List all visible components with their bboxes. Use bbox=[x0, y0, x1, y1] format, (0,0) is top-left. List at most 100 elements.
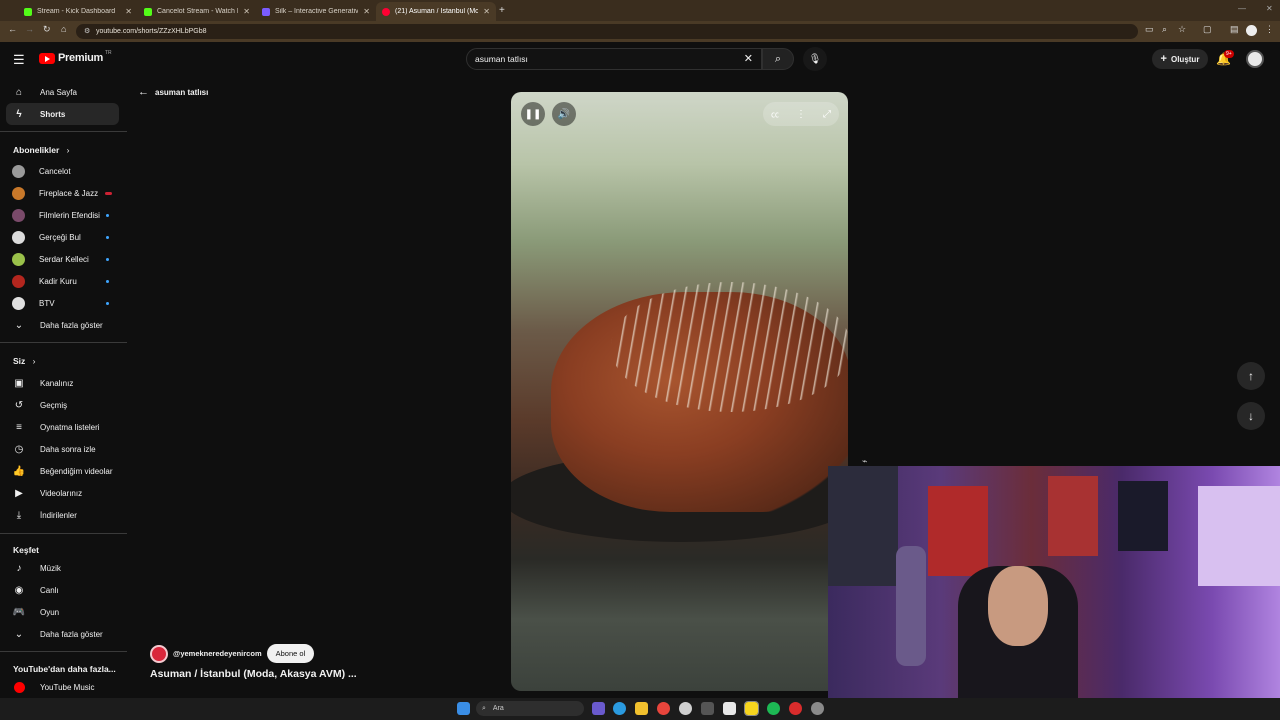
sidebar-item-history[interactable]: ↺ Geçmiş bbox=[6, 394, 119, 416]
windows-start-icon[interactable] bbox=[457, 702, 470, 715]
window-close-icon[interactable]: ✕ bbox=[1266, 4, 1273, 13]
back-to-search-link[interactable]: ← asuman tatlısı bbox=[138, 86, 208, 98]
site-info-icon[interactable]: ⚙ bbox=[84, 27, 90, 35]
mute-button[interactable]: 🔊 bbox=[552, 102, 576, 126]
zoom-icon[interactable]: ⌕ bbox=[1162, 24, 1167, 35]
chrome-browser-icon[interactable] bbox=[657, 702, 670, 715]
arrow-up-icon: ↑ bbox=[1248, 369, 1254, 383]
search-box[interactable]: asuman tatlısı ✕ bbox=[466, 48, 762, 70]
sidebar-item-youtube-music[interactable]: YouTube Music bbox=[6, 676, 119, 698]
voice-search-button[interactable]: 🎙 bbox=[803, 47, 827, 71]
edge-browser-icon[interactable] bbox=[613, 702, 626, 715]
taskbar-app-icon[interactable] bbox=[789, 702, 802, 715]
sidebar-item-subscription[interactable]: Kadir Kuru bbox=[6, 270, 119, 292]
shorts-video-player[interactable]: ❚❚ 🔊 ㏄ ⋮ ⤢ bbox=[511, 92, 848, 691]
new-content-dot bbox=[106, 235, 109, 239]
music-icon: ♪ bbox=[16, 562, 22, 574]
webcam-face bbox=[988, 566, 1048, 646]
gaming-icon: 🎮 bbox=[12, 606, 26, 618]
taskbar-search[interactable]: ⌕ Ara bbox=[476, 701, 584, 716]
close-icon[interactable]: ✕ bbox=[483, 7, 490, 16]
bookmark-star-icon[interactable]: ☆ bbox=[1178, 24, 1186, 35]
sidebar-item-watch-later[interactable]: ◷ Daha sonra izle bbox=[6, 438, 119, 460]
pause-button[interactable]: ❚❚ bbox=[521, 102, 545, 126]
minimize-icon[interactable]: — bbox=[1238, 4, 1246, 13]
sidebar-item-subscription[interactable]: Gerçeği Bul bbox=[6, 226, 119, 248]
sidebar-item-subscription[interactable]: Fireplace & Jazz bbox=[6, 182, 119, 204]
fullscreen-button[interactable]: ⤢ bbox=[815, 102, 839, 126]
sidebar-item-live[interactable]: ◉ Canlı bbox=[6, 579, 119, 601]
hamburger-menu-icon[interactable]: ☰ bbox=[13, 52, 25, 68]
sticky-notes-icon[interactable] bbox=[744, 701, 759, 716]
back-arrow-icon: ← bbox=[138, 86, 149, 98]
clear-search-icon[interactable]: ✕ bbox=[744, 52, 753, 65]
sidebar-item-liked-videos[interactable]: 👍 Beğendiğim videolar bbox=[6, 460, 119, 482]
taskbar-app-icon[interactable] bbox=[701, 702, 714, 715]
profile-avatar[interactable] bbox=[1246, 25, 1257, 36]
browser-tab[interactable]: Stream - Kick Dashboard ✕ bbox=[18, 2, 138, 21]
sidebar-item-your-videos[interactable]: ▶ Videolarınız bbox=[6, 482, 119, 504]
home-browser-icon[interactable]: ⌂ bbox=[61, 24, 66, 34]
youtube-logo[interactable]: Premium TR bbox=[39, 50, 112, 64]
channel-handle[interactable]: @yemekneredeyenircom bbox=[173, 649, 262, 658]
next-short-button[interactable]: ↓ bbox=[1237, 402, 1265, 430]
taskbar-app-icon[interactable] bbox=[679, 702, 692, 715]
sidebar-item-subscription[interactable]: BTV bbox=[6, 292, 119, 314]
account-avatar[interactable] bbox=[1246, 50, 1264, 68]
sidebar-item-home[interactable]: ⌂ Ana Sayfa bbox=[6, 81, 119, 103]
browser-tab-active[interactable]: (21) Asuman / İstanbul (Moda,... ✕ bbox=[376, 2, 496, 21]
sidebar-show-more[interactable]: ⌄ Daha fazla göster bbox=[6, 623, 119, 645]
tab-title: Cancelot Stream - Watch Live o... bbox=[157, 8, 238, 15]
captions-button[interactable]: ㏄ bbox=[763, 102, 787, 126]
video-frame-sauce bbox=[611, 282, 848, 412]
sidebar-item-subscription[interactable]: Filmlerin Efendisi bbox=[6, 204, 119, 226]
sidebar-show-more[interactable]: ⌄ Daha fazla göster bbox=[6, 314, 119, 336]
forward-arrow-icon[interactable]: → bbox=[25, 24, 34, 34]
search-input[interactable]: asuman tatlısı bbox=[475, 54, 528, 64]
browser-menu-icon[interactable]: ⋮ bbox=[1265, 24, 1274, 35]
sidebar-item-downloads[interactable]: ⤓ İndirilenler bbox=[6, 504, 119, 526]
more-from-youtube-heading: YouTube'dan daha fazla... bbox=[13, 664, 116, 674]
short-title[interactable]: Asuman / İstanbul (Moda, Akasya AVM) ... bbox=[150, 668, 357, 680]
notepad-icon[interactable] bbox=[723, 702, 736, 715]
close-icon[interactable]: ✕ bbox=[125, 7, 132, 16]
close-icon[interactable]: ✕ bbox=[363, 7, 370, 16]
browser-tab[interactable]: Silk – Interactive Generative Art ✕ bbox=[256, 2, 376, 21]
spotify-icon[interactable] bbox=[767, 702, 780, 715]
browser-tab[interactable]: Cancelot Stream - Watch Live o... ✕ bbox=[138, 2, 256, 21]
live-indicator bbox=[105, 191, 112, 195]
sidebar-item-shorts[interactable]: ϟ Shorts bbox=[6, 103, 119, 125]
extensions-icon[interactable]: ▢ bbox=[1203, 24, 1212, 35]
new-content-dot bbox=[106, 257, 109, 261]
sidebar-item-playlists[interactable]: ≡ Oynatma listeleri bbox=[6, 416, 119, 438]
settings-gear-icon[interactable] bbox=[811, 702, 824, 715]
sidebar-item-label: Videolarınız bbox=[40, 488, 83, 498]
back-arrow-icon[interactable]: ← bbox=[8, 24, 17, 34]
sidebar-item-your-channel[interactable]: ▣ Kanalınız bbox=[6, 372, 119, 394]
channel-avatar[interactable] bbox=[150, 644, 168, 663]
reload-icon[interactable]: ↻ bbox=[43, 24, 51, 35]
sidebar-item-gaming[interactable]: 🎮 Oyun bbox=[6, 601, 119, 623]
sidebar-item-music[interactable]: ♪ Müzik bbox=[6, 557, 119, 579]
you-heading[interactable]: Siz › bbox=[13, 356, 36, 366]
search-button[interactable]: ⌕ bbox=[762, 48, 794, 70]
chevron-down-icon: ⌄ bbox=[14, 319, 24, 331]
sidebar-item-subscription[interactable]: Serdar Kelleci bbox=[6, 248, 119, 270]
watch-later-icon: ◷ bbox=[14, 443, 24, 455]
url-field[interactable]: youtube.com/shorts/ZZzXHLbPGb8 bbox=[76, 24, 1138, 39]
file-explorer-icon[interactable] bbox=[635, 702, 648, 715]
screen-cast-icon[interactable]: ▭ bbox=[1145, 24, 1154, 35]
subscriptions-heading[interactable]: Abonelikler › bbox=[13, 145, 70, 155]
sidebar-item-label: Canlı bbox=[40, 585, 59, 595]
new-tab-icon[interactable]: + bbox=[499, 5, 505, 16]
close-icon[interactable]: ✕ bbox=[243, 7, 250, 16]
sidebar-toggle-icon[interactable]: ▤ bbox=[1230, 24, 1239, 35]
sidebar-item-subscription[interactable]: Cancelot bbox=[6, 160, 119, 182]
subscribe-button[interactable]: Abone ol bbox=[266, 644, 315, 663]
live-icon: ◉ bbox=[14, 584, 24, 596]
chevron-down-icon: ⌄ bbox=[14, 628, 24, 640]
more-options-button[interactable]: ⋮ bbox=[789, 102, 813, 126]
taskbar-app-icon[interactable] bbox=[592, 702, 605, 715]
create-button[interactable]: + Oluştur bbox=[1152, 49, 1208, 69]
previous-short-button[interactable]: ↑ bbox=[1237, 362, 1265, 390]
